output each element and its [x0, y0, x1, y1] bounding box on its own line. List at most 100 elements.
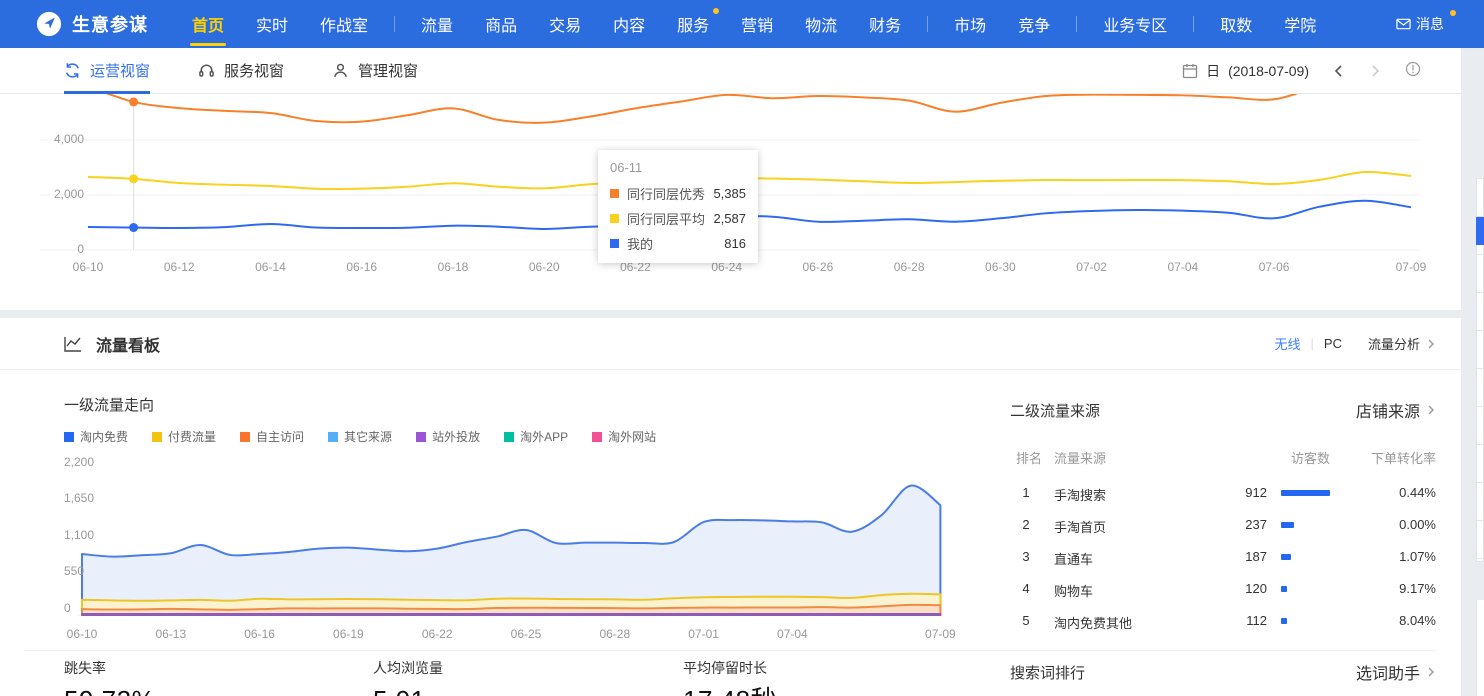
legend-label: 付费流量 [168, 428, 216, 445]
hover-dot [129, 223, 138, 232]
source-table-row[interactable]: 4购物车1209.17% [1010, 572, 1436, 604]
row-source-name: 手淘搜索 [1054, 485, 1106, 504]
terminal-toggle: 无线 | PC [1275, 334, 1342, 353]
nav-item-label: 流量 [421, 12, 453, 36]
nav-item-营销[interactable]: 营销 [725, 0, 789, 48]
nav-item-label: 业务专区 [1103, 12, 1167, 36]
info-icon [1405, 61, 1421, 77]
legend-item-淘内免费[interactable]: 淘内免费 [64, 428, 128, 445]
headset-icon [198, 62, 215, 79]
legend-item-其它来源[interactable]: 其它来源 [328, 428, 392, 445]
nav-item-流量[interactable]: 流量 [405, 0, 469, 48]
nav-item-作战室[interactable]: 作战室 [304, 0, 384, 48]
legend-label: 其它来源 [344, 428, 392, 445]
legend-item-淘外APP[interactable]: 淘外APP [504, 428, 568, 445]
nav-divider [1076, 16, 1077, 32]
nav-item-商品[interactable]: 商品 [469, 0, 533, 48]
x-axis-tick: 07-02 [1062, 260, 1122, 274]
nav-item-业务专区[interactable]: 业务专区 [1087, 0, 1183, 48]
next-day-button[interactable] [1369, 65, 1381, 77]
info-button[interactable] [1405, 61, 1421, 82]
row-visitors: 120 [1190, 581, 1267, 596]
nav-item-服务[interactable]: 服务 [661, 0, 725, 48]
legend-label: 淘内免费 [80, 428, 128, 445]
view-tabs: 运营视窗 服务视窗 管理视窗 [64, 48, 418, 94]
row-source-name: 手淘首页 [1054, 517, 1106, 536]
col-source: 流量来源 [1054, 448, 1106, 467]
nav-item-取数[interactable]: 取数 [1204, 0, 1268, 48]
nav-item-label: 物流 [805, 12, 837, 36]
x-axis-tick: 06-22 [407, 627, 467, 641]
source-table-row[interactable]: 1手淘搜索9120.44% [1010, 476, 1436, 508]
row-visitors: 912 [1190, 485, 1267, 500]
source-table-row[interactable]: 5淘内免费其他1128.04% [1010, 604, 1436, 636]
legend-swatch [416, 432, 426, 442]
nav-item-label: 首页 [192, 12, 224, 36]
nav-item-市场[interactable]: 市场 [938, 0, 1002, 48]
tab-管理视窗[interactable]: 管理视窗 [332, 48, 418, 94]
level1-traffic-chart-wrap: 2,2001,6501,1005500 06-1006-1306-1606-19… [64, 459, 969, 659]
legend-item-站外投放[interactable]: 站外投放 [416, 428, 480, 445]
row-visitors-bar [1281, 490, 1330, 496]
tooltip-series-value: 816 [724, 236, 746, 251]
tab-运营视窗[interactable]: 运营视窗 [64, 48, 150, 94]
toggle-PC[interactable]: PC [1324, 336, 1342, 351]
nav-item-竞争[interactable]: 竞争 [1002, 0, 1066, 48]
notification-dot [713, 8, 719, 14]
row-rank: 2 [1016, 517, 1036, 532]
legend-label: 自主访问 [256, 428, 304, 445]
level1-traffic-area-chart[interactable] [64, 459, 969, 621]
tab-服务视窗[interactable]: 服务视窗 [198, 48, 284, 94]
x-axis-tick: 06-10 [58, 260, 118, 274]
chevron-right-icon [1426, 667, 1436, 677]
level2-source-panel: 二级流量来源 店铺来源 排名 流量来源 访客数 下单转化率 1手淘搜索9120.… [1010, 398, 1436, 422]
nav-item-label: 竞争 [1018, 12, 1050, 36]
word-helper-link[interactable]: 选词助手 [1356, 660, 1436, 684]
nav-item-label: 作战室 [320, 12, 368, 36]
legend-swatch [504, 432, 514, 442]
traffic-analysis-link[interactable]: 流量分析 [1368, 334, 1436, 353]
row-visitors-bar [1281, 554, 1291, 560]
shop-source-link[interactable]: 店铺来源 [1356, 398, 1436, 422]
toggle-无线[interactable]: 无线 [1275, 334, 1301, 353]
board-header-controls: 无线 | PC 流量分析 [1275, 334, 1436, 353]
legend-item-付费流量[interactable]: 付费流量 [152, 428, 216, 445]
brand[interactable]: 生意参谋 [36, 11, 148, 37]
side-toolbar-active-item[interactable] [1476, 217, 1484, 245]
nav-item-实时[interactable]: 实时 [240, 0, 304, 48]
area-series-站外投放 [82, 614, 940, 615]
nav-item-内容[interactable]: 内容 [597, 0, 661, 48]
user-icon [332, 62, 349, 79]
nav-item-label: 财务 [869, 12, 901, 36]
prev-day-button[interactable] [1333, 65, 1345, 77]
nav-item-物流[interactable]: 物流 [789, 0, 853, 48]
x-axis-tick: 06-14 [240, 260, 300, 274]
nav-item-交易[interactable]: 交易 [533, 0, 597, 48]
source-table-row[interactable]: 2手淘首页2370.00% [1010, 508, 1436, 540]
legend-item-淘外网站[interactable]: 淘外网站 [592, 428, 656, 445]
nav-item-财务[interactable]: 财务 [853, 0, 917, 48]
tab-label: 管理视窗 [358, 60, 418, 81]
nav-item-学院[interactable]: 学院 [1268, 0, 1332, 48]
metric-label: 跳失率 [64, 658, 354, 678]
tooltip-series-label: 同行同层优秀 [627, 184, 705, 203]
nav-item-label: 服务 [677, 12, 709, 36]
row-conversion-rate: 0.44% [1399, 485, 1436, 500]
date-granularity: 日 [1206, 61, 1220, 81]
nav-item-首页[interactable]: 首页 [176, 0, 240, 48]
hover-dot [129, 174, 138, 183]
toggle-separator: | [1311, 336, 1314, 351]
metric-人均浏览量: 人均浏览量5.01 [373, 658, 663, 696]
y-axis-tick: 0 [40, 242, 84, 256]
messages-button[interactable]: 消息 [1386, 14, 1454, 34]
date-picker[interactable]: 日 (2018-07-09) [1182, 61, 1309, 81]
row-visitors-bar [1281, 618, 1287, 624]
area-chart-legend: 淘内免费 付费流量 自主访问 其它来源 站外投放 淘外APP 淘外网站 [64, 428, 656, 445]
row-rank: 3 [1016, 549, 1036, 564]
nav-item-label: 市场 [954, 12, 986, 36]
row-rank: 5 [1016, 613, 1036, 628]
x-axis-tick: 07-01 [674, 627, 734, 641]
legend-item-自主访问[interactable]: 自主访问 [240, 428, 304, 445]
source-table-row[interactable]: 3直通车1871.07% [1010, 540, 1436, 572]
col-visitors: 访客数 [1291, 448, 1330, 467]
